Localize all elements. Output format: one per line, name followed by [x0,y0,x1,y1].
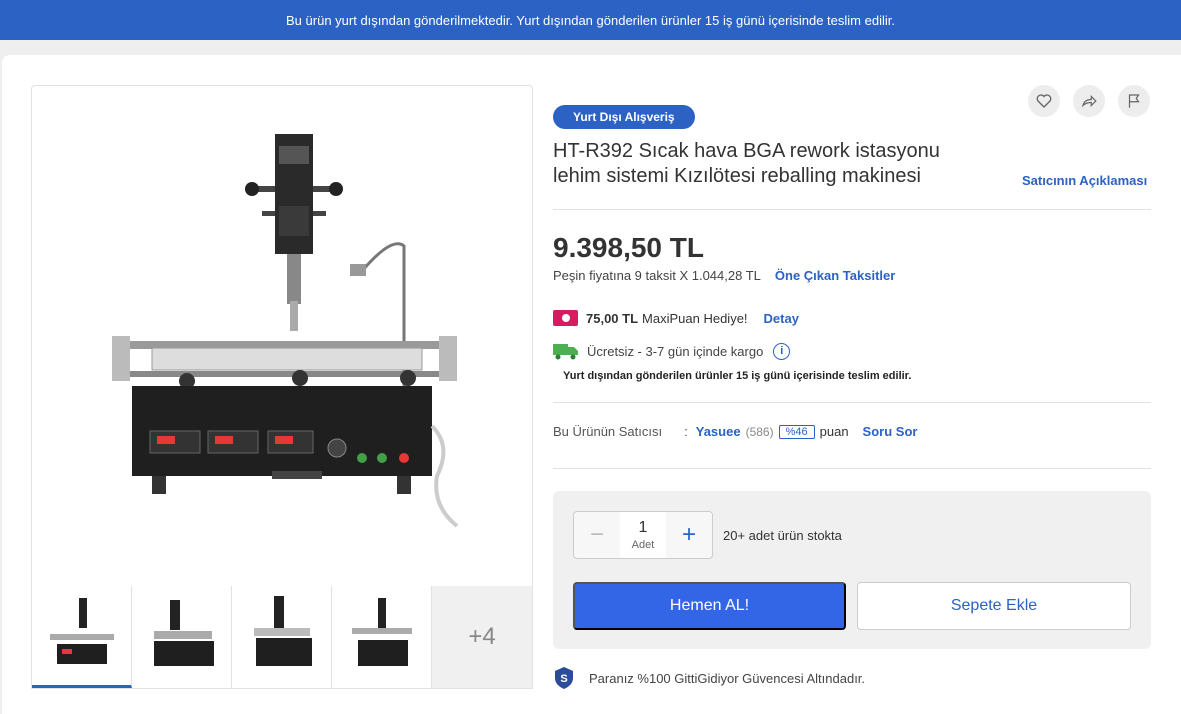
product-actions [1028,85,1150,117]
maxipuan-amount: 75,00 TL [586,310,639,326]
quantity-input[interactable]: 1 Adet [620,512,666,558]
seller-label-separator: : [684,424,688,439]
increase-quantity-button[interactable]: + [666,512,712,558]
divider [553,468,1151,469]
maxipuan-text: MaxiPuan Hediye! [642,310,748,326]
buy-now-button[interactable]: Hemen AL! [573,582,846,630]
installment-options-link[interactable]: Öne Çıkan Taksitler [775,268,895,283]
share-icon [1081,95,1097,108]
seller-row: Bu Ürünün Satıcısı : Yasuee (586) %46 pu… [553,424,917,439]
foreign-shopping-badge: Yurt Dışı Alışveriş [553,105,695,129]
maxipuan-detail-link[interactable]: Detay [764,311,799,326]
seller-score-badge: %46 [778,424,815,439]
stock-info: 20+ adet ürün stokta [723,528,842,543]
thumbnail-image [254,596,312,666]
truck-icon [553,344,578,360]
badge-label: Yurt Dışı Alışveriş [573,110,675,124]
installment-text: Peşin fiyatına 9 taksit X 1.044,28 TL [553,268,761,283]
ask-question-link[interactable]: Soru Sor [863,424,918,439]
installment-info: Peşin fiyatına 9 taksit X 1.044,28 TL Ön… [553,268,895,283]
foreign-shipping-banner: Bu ürün yurt dışından gönderilmektedir. … [0,0,1181,40]
more-images-count: +4 [468,623,496,650]
rework-station-image [112,134,459,528]
cargo-row: Ücretsiz - 3-7 gün içinde kargo i [553,342,791,360]
svg-text:S: S [560,673,567,685]
guarantee-text: Paranız %100 GittiGidiyor Güvencesi Altı… [589,670,866,686]
heart-icon [1036,94,1052,108]
guarantee-row: S Paranız %100 GittiGidiyor Güvencesi Al… [553,666,865,690]
cargo-text: Ücretsiz - 3-7 gün içinde kargo [587,343,764,359]
add-to-cart-button[interactable]: Sepete Ekle [857,582,1131,630]
thumbnail-strip: +4 [31,586,533,689]
thumbnail-4[interactable] [332,586,432,688]
info-icon[interactable]: i [773,342,791,360]
main-product-image[interactable] [31,85,533,587]
thumbnail-1[interactable] [32,586,132,688]
seller-label: Bu Ürünün Satıcısı [553,424,663,439]
quantity-value: 1 [638,519,648,536]
share-button[interactable] [1073,85,1105,117]
thumbnail-image [50,598,114,664]
banner-text: Bu ürün yurt dışından gönderilmektedir. … [286,12,895,28]
divider [553,209,1151,210]
seller-review-count: (586) [745,424,774,439]
report-button[interactable] [1118,85,1150,117]
thumbnail-3[interactable] [232,586,332,688]
maxipuan-row: 75,00 TL MaxiPuan Hediye! Detay [553,310,799,326]
thumbnail-2[interactable] [132,586,232,688]
delivery-note: Yurt dışından gönderilen ürünler 15 iş g… [563,370,912,382]
flag-icon [1128,94,1140,108]
thumbnail-image [352,598,412,666]
divider [553,402,1151,403]
thumbnail-image [154,600,214,666]
product-title: HT-R392 Sıcak hava BGA rework istasyonu … [553,140,940,187]
product-price: 9.398,50 TL [553,232,704,263]
maxipuan-icon [553,310,578,326]
seller-name-link[interactable]: Yasuee [696,424,741,439]
seller-score-suffix: puan [819,424,849,439]
quantity-unit: Adet [631,539,655,551]
seller-description-link[interactable]: Satıcının Açıklaması [1022,173,1147,188]
favorite-button[interactable] [1028,85,1060,117]
shield-icon: S [555,667,573,689]
purchase-box: − 1 Adet + 20+ adet ürün stokta Hemen AL… [553,491,1151,649]
quantity-stepper: − 1 Adet + [573,511,713,559]
decrease-quantity-button[interactable]: − [574,512,620,558]
more-images-button[interactable]: +4 [432,586,532,688]
